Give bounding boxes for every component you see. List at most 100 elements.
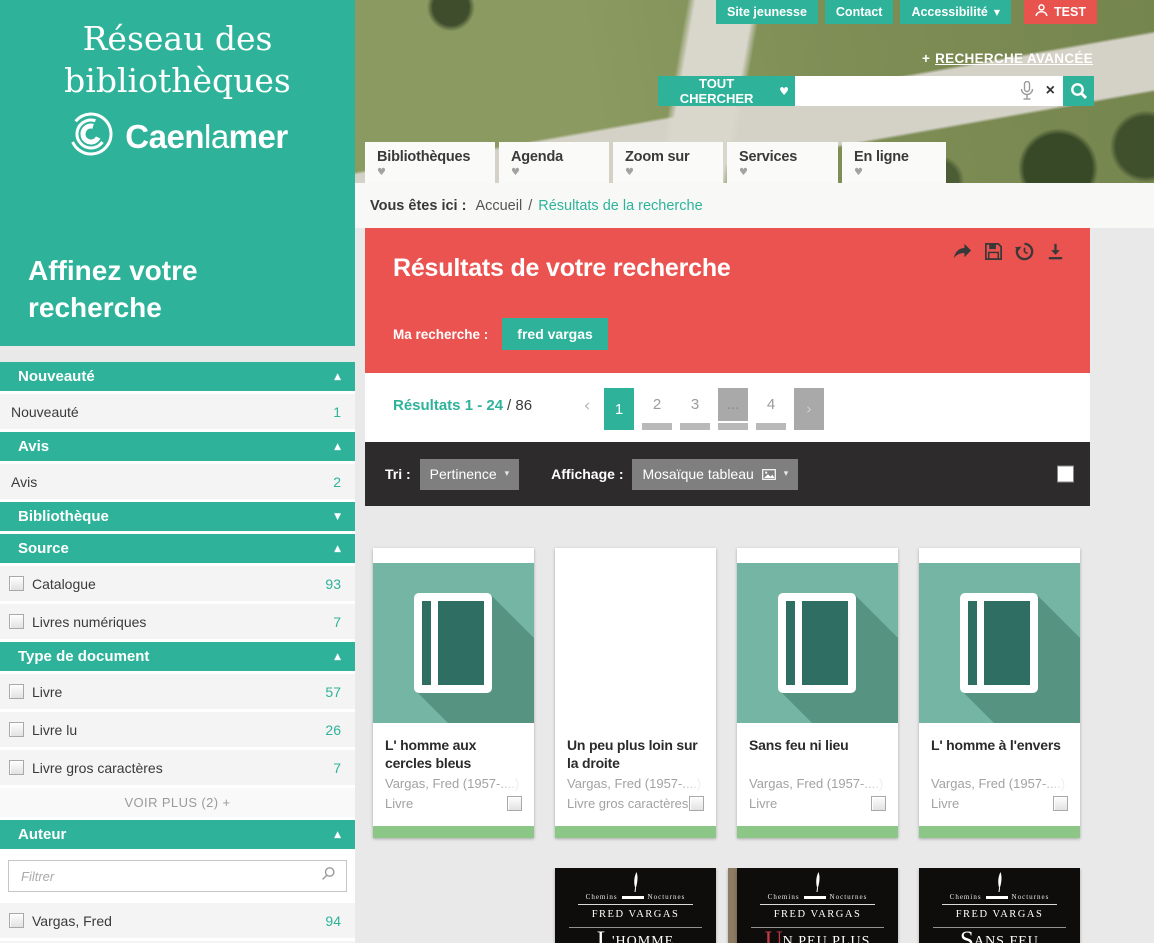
- topbar-link-label: TEST: [1054, 5, 1086, 19]
- result-doctype: Livre: [749, 796, 777, 811]
- tab-zoom-sur[interactable]: Zoom sur♥: [613, 142, 723, 183]
- result-title[interactable]: L' homme à l'envers: [931, 736, 1068, 772]
- result-title[interactable]: L' homme aux cercles bleus: [385, 736, 522, 772]
- tab-en-ligne[interactable]: En ligne♥: [842, 142, 946, 183]
- facet-item-avis[interactable]: Avis 2: [0, 464, 355, 499]
- result-card-cover[interactable]: CheminsNocturnesFRED VARGASL'HOMMEA L'EN…: [555, 868, 716, 943]
- result-author: Vargas, Fred (1957-....). Au: [385, 776, 522, 791]
- result-card[interactable]: Un peu plus loin sur la droite Vargas, Fr…: [555, 548, 716, 838]
- account-test-button[interactable]: TEST: [1024, 0, 1097, 24]
- brand-name: Caenlamer: [125, 118, 287, 156]
- magnifier-icon: [1070, 82, 1088, 100]
- tab-bibliotheques[interactable]: Bibliothèques♥: [365, 142, 495, 183]
- my-search-label: Ma recherche :: [393, 327, 488, 342]
- page-button-3[interactable]: 3: [680, 388, 710, 430]
- result-title[interactable]: Sans feu ni lieu: [749, 736, 886, 772]
- chevron-up-icon: ▲: [334, 372, 341, 382]
- facet-item-catalogue[interactable]: Catalogue93: [0, 566, 355, 601]
- checkbox[interactable]: [9, 614, 24, 629]
- display-label: Affichage :: [551, 466, 623, 482]
- result-card[interactable]: Sans feu ni lieuVargas, Fred (1957-....)…: [737, 548, 898, 838]
- result-author: Vargas, Fred (1957-....). Au: [567, 776, 704, 791]
- magnifier-icon[interactable]: [321, 866, 336, 886]
- next-page-button[interactable]: ›: [794, 388, 824, 430]
- result-bottom-bar: [373, 826, 534, 838]
- search-term-tag[interactable]: fred vargas: [502, 318, 607, 350]
- search-submit-button[interactable]: [1063, 76, 1094, 106]
- sort-dropdown[interactable]: Pertinence▾: [420, 459, 519, 490]
- facet-item-livre-gros-caracteres[interactable]: Livre gros caractères7: [0, 750, 355, 785]
- chevron-down-icon: ♥: [739, 167, 828, 178]
- topbar-link-contact[interactable]: Contact: [825, 0, 894, 24]
- facet-header-type-de-document[interactable]: Type de document▲: [0, 642, 355, 671]
- facet-header-avis[interactable]: Avis▲: [0, 432, 355, 461]
- pagination-row: Résultats 1 - 24/ 86 ‹123...4›: [365, 373, 1090, 442]
- display-dropdown[interactable]: Mosaïque tableau ▾: [632, 459, 798, 490]
- checkbox[interactable]: [9, 760, 24, 775]
- result-title[interactable]: Un peu plus loin sur la droite: [567, 736, 704, 772]
- result-checkbox[interactable]: [507, 796, 522, 811]
- facet-item-count: 94: [325, 913, 341, 929]
- result-checkbox[interactable]: [1053, 796, 1068, 811]
- result-checkbox[interactable]: [871, 796, 886, 811]
- tab-services[interactable]: Services♥: [727, 142, 838, 183]
- pagination: ‹ 123... 4›: [578, 388, 824, 430]
- page-button-1[interactable]: 1: [604, 388, 634, 430]
- facet-see-more[interactable]: VOIR PLUS (2) +: [0, 788, 355, 817]
- result-card[interactable]: L' homme à l'enversVargas, Fred (1957-..…: [919, 548, 1080, 838]
- result-card[interactable]: L' homme aux cercles bleus Vargas, Fred (…: [373, 548, 534, 838]
- facet-item-livres-numeriques[interactable]: Livres numériques7: [0, 604, 355, 639]
- topbar-link-site-jeunesse[interactable]: Site jeunesse: [716, 0, 818, 24]
- facet-item-nouveaute[interactable]: Nouveauté1: [0, 394, 355, 429]
- facet-item-count: 2: [333, 474, 341, 490]
- sort-label: Tri :: [385, 466, 411, 482]
- download-icon[interactable]: [1045, 241, 1066, 262]
- tab-agenda[interactable]: Agenda♥: [499, 142, 609, 183]
- chevron-down-icon: ▼: [994, 8, 1000, 17]
- results-grid-row2: FRED VARGASL'HOMMEAUX CERCLES BLEUSChemi…: [373, 868, 1090, 943]
- page-button-4[interactable]: 4: [756, 388, 786, 430]
- search-input[interactable]: [803, 82, 1020, 100]
- facet-item-label: Avis: [11, 474, 37, 490]
- book-icon: [960, 593, 1038, 693]
- checkbox[interactable]: [9, 576, 24, 591]
- results-content: Résultats de votre recherche Ma recherch…: [365, 228, 1090, 943]
- facet-item-livre-lu[interactable]: Livre lu26: [0, 712, 355, 747]
- result-checkbox[interactable]: [689, 796, 704, 811]
- prev-page-icon[interactable]: ‹: [578, 396, 596, 416]
- facet-filter: [0, 852, 355, 900]
- topbar-link-label: Accessibilité: [911, 5, 987, 19]
- facet-item-vargas-fred[interactable]: Vargas, Fred94: [0, 903, 355, 938]
- advanced-search-link[interactable]: +RECHERCHE AVANCÉE: [922, 51, 1093, 66]
- facet-header-auteur[interactable]: Auteur▲: [0, 820, 355, 849]
- share-icon[interactable]: [952, 241, 973, 262]
- clear-search-icon[interactable]: ×: [1046, 83, 1055, 99]
- result-card-cover[interactable]: CheminsNocturnesFRED VARGASUN PEU PLUSLO…: [737, 868, 898, 943]
- breadcrumb-home-link[interactable]: Accueil: [475, 198, 522, 214]
- facet-header-bibliotheque[interactable]: Bibliothèque▼: [0, 502, 355, 531]
- topbar-link-label: Site jeunesse: [727, 5, 807, 19]
- microphone-icon[interactable]: [1020, 81, 1034, 101]
- page-underline: [756, 423, 786, 430]
- select-all-checkbox[interactable]: [1057, 466, 1074, 483]
- person-icon: [1035, 4, 1048, 20]
- facet-item-label: Livre lu: [32, 722, 77, 738]
- facet-filter-input[interactable]: [19, 868, 321, 885]
- facet-header-source[interactable]: Source▲: [0, 534, 355, 563]
- topbar-link-accessibilite[interactable]: Accessibilité ▼: [900, 0, 1011, 24]
- publisher-right: Nocturnes: [1012, 893, 1050, 901]
- save-icon[interactable]: [983, 241, 1004, 262]
- facet-header-nouveaute[interactable]: Nouveauté▲: [0, 362, 355, 391]
- checkbox[interactable]: [9, 684, 24, 699]
- result-card-cover[interactable]: CheminsNocturnesFRED VARGASSANS FEUNI LI…: [919, 868, 1080, 943]
- divider: [942, 904, 1058, 905]
- result-type-row: Livre: [931, 796, 1068, 811]
- checkbox[interactable]: [9, 722, 24, 737]
- page-button--[interactable]: ...: [718, 388, 748, 430]
- site-logo[interactable]: Réseau des bibliothèques Caenlamer: [0, 0, 355, 163]
- history-icon[interactable]: [1014, 241, 1035, 262]
- page-button-2[interactable]: 2: [642, 388, 672, 430]
- search-scope-button[interactable]: TOUT CHERCHER♥: [658, 76, 795, 106]
- checkbox[interactable]: [9, 913, 24, 928]
- facet-item-livre[interactable]: Livre57: [0, 674, 355, 709]
